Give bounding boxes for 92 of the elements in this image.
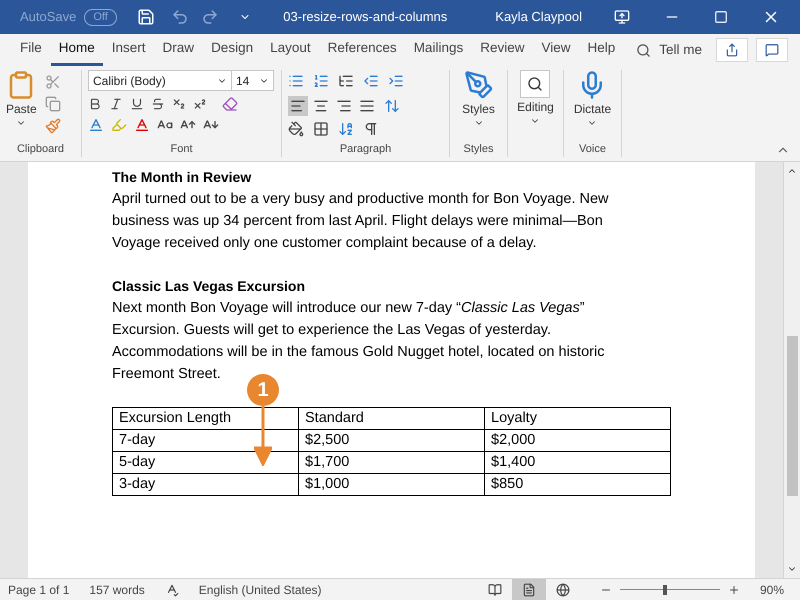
table-cell: $1,700 — [298, 452, 484, 474]
table-cell: $1,400 — [484, 452, 670, 474]
page-count[interactable]: Page 1 of 1 — [8, 580, 70, 598]
save-icon[interactable] — [136, 8, 155, 26]
ribbon-tab[interactable]: Draw — [154, 34, 202, 66]
pilcrow-icon[interactable] — [363, 121, 379, 137]
ribbon-tab[interactable]: File — [12, 34, 50, 66]
underline-icon[interactable] — [130, 97, 144, 111]
italic-icon[interactable] — [109, 97, 123, 111]
shading-icon[interactable] — [288, 121, 304, 137]
table-cell: 3-day — [112, 474, 298, 496]
table-header-cell: Standard — [298, 408, 484, 430]
dictate-button[interactable]: Dictate — [574, 70, 612, 128]
comments-button[interactable] — [756, 38, 788, 62]
ribbon-tab[interactable]: Insert — [104, 34, 154, 66]
print-view-icon — [522, 582, 536, 596]
multilevel-list-icon[interactable] — [338, 72, 354, 88]
table-cell: $2,000 — [484, 430, 670, 452]
pen-icon — [464, 70, 494, 100]
group-label: Font — [170, 142, 192, 157]
zoom-slider[interactable] — [620, 584, 720, 594]
ribbon-tab[interactable]: Home — [50, 34, 103, 66]
language-label[interactable]: English (United States) — [198, 580, 322, 598]
search-icon — [527, 76, 544, 92]
text-effects-icon[interactable] — [88, 117, 104, 133]
font-name-field[interactable]: Calibri (Body) — [88, 70, 232, 91]
down-arrow — [254, 406, 272, 466]
section-heading: Classic Las Vegas Excursion — [112, 277, 306, 296]
share-icon — [725, 43, 739, 57]
ribbon-tab[interactable]: Help — [580, 34, 624, 66]
strikethrough-icon[interactable] — [151, 97, 165, 111]
group-label: Styles — [464, 142, 494, 157]
superscript-icon[interactable] — [193, 97, 207, 111]
copy-icon[interactable] — [44, 96, 61, 112]
bullets-icon[interactable] — [288, 72, 304, 88]
zoom-percent[interactable]: 90% — [760, 580, 784, 598]
word-count[interactable]: 157 words — [89, 580, 145, 598]
group-label: Voice — [579, 142, 606, 157]
numbering-icon[interactable] — [313, 72, 329, 88]
tell-me-field[interactable]: Tell me — [659, 40, 702, 60]
align-icon — [313, 98, 329, 114]
comment-icon — [765, 43, 779, 57]
bold-icon[interactable] — [88, 97, 102, 111]
line-spacing-icon[interactable] — [384, 98, 400, 114]
table-cell: $850 — [484, 474, 670, 496]
ribbon-tab[interactable]: References — [320, 34, 405, 66]
sort-icon[interactable] — [338, 121, 354, 137]
decrease-indent-icon[interactable] — [363, 72, 379, 88]
cut-icon[interactable] — [44, 74, 61, 90]
group-label: Paragraph — [340, 142, 392, 157]
ribbon-tab[interactable]: Design — [203, 34, 262, 66]
ribbon-tab[interactable]: View — [533, 34, 579, 66]
borders-icon[interactable] — [313, 121, 329, 137]
align-icon — [336, 98, 352, 114]
ribbon-tab[interactable]: Layout — [262, 34, 319, 66]
web-view-icon — [556, 582, 570, 596]
align-icon — [359, 98, 375, 114]
subscript-icon[interactable] — [172, 97, 186, 111]
paste-button[interactable]: Paste — [6, 70, 37, 134]
align-button[interactable] — [288, 96, 308, 116]
table-cell: $2,500 — [298, 430, 484, 452]
undo-icon[interactable] — [170, 8, 189, 26]
window-title: 03-resize-rows-and-columns — [283, 8, 448, 26]
clear-formatting-icon[interactable] — [222, 96, 238, 112]
maximize-icon[interactable] — [714, 10, 728, 24]
autosave-label: AutoSave — [20, 8, 76, 26]
section-heading: The Month in Review — [112, 168, 252, 187]
table-cell: $1,000 — [298, 474, 484, 496]
view-button[interactable] — [512, 578, 546, 600]
body-paragraph: April turned out to be a very busy and productive month for Bon Voyage. New business was up 34 percent from last April. Flight delays were minimal—Bon Voyage received only one customer complaint because of a delay. — [112, 190, 610, 253]
increase-indent-icon[interactable] — [388, 72, 404, 88]
table-header-cell: Excursion Length — [112, 408, 298, 430]
font-size-field[interactable]: 14 — [232, 70, 274, 91]
table-header-cell: Loyalty — [484, 408, 670, 430]
redo-icon[interactable] — [200, 8, 219, 26]
styles-button[interactable]: Styles — [462, 70, 495, 128]
format-painter-icon[interactable] — [44, 118, 61, 134]
ribbon-display-icon[interactable] — [614, 9, 630, 25]
scrollbar-thumb[interactable] — [786, 336, 798, 496]
vertical-scrollbar[interactable] — [783, 162, 800, 578]
editing-button[interactable]: Editing — [517, 70, 554, 126]
zoom-in-icon[interactable] — [728, 584, 740, 596]
ribbon-tab[interactable]: Review — [472, 34, 532, 66]
font-color-icon[interactable] — [134, 117, 150, 133]
user-name: Kayla Claypool — [495, 8, 582, 26]
read-view-icon — [488, 582, 502, 596]
align-icon — [290, 98, 306, 114]
ribbon-tab[interactable]: Mailings — [406, 34, 472, 66]
share-button[interactable] — [716, 38, 748, 62]
search-icon[interactable] — [636, 42, 652, 58]
group-label: Clipboard — [16, 142, 64, 157]
zoom-thumb[interactable] — [662, 584, 667, 594]
